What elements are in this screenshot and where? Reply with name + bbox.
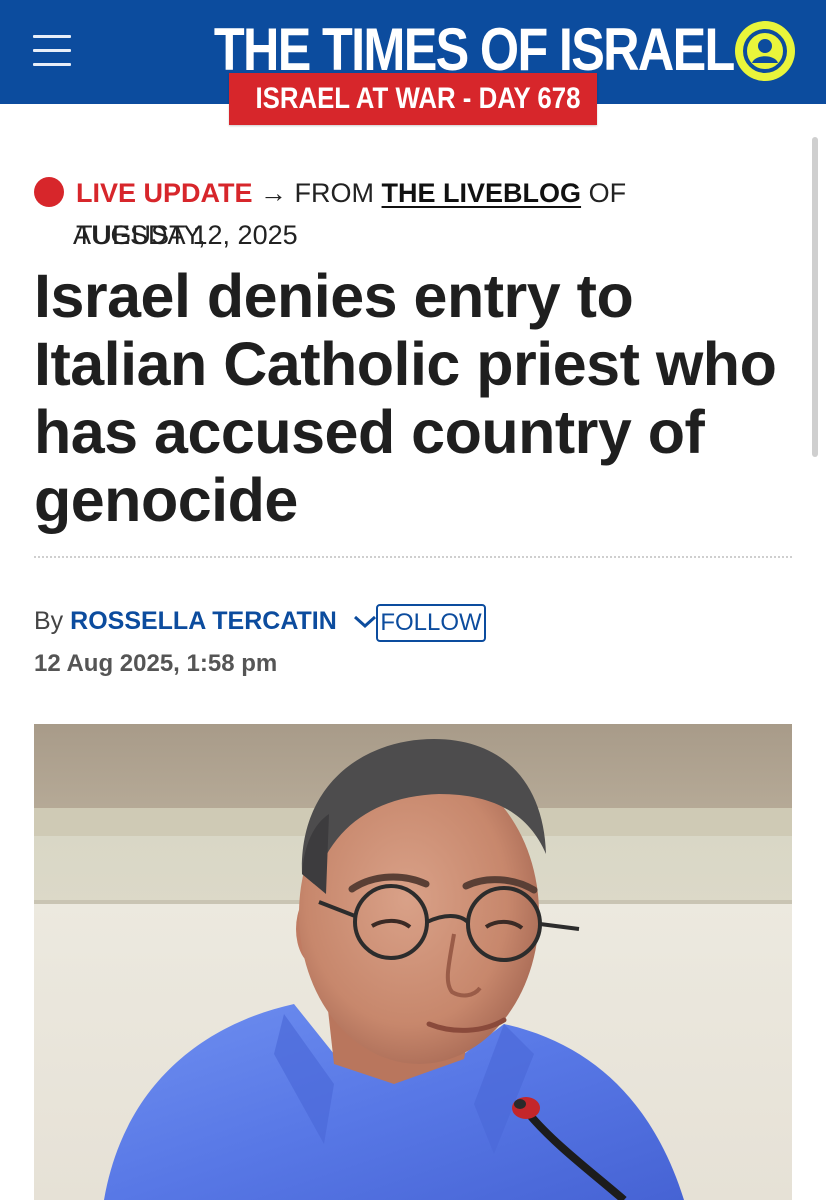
follow-author-button[interactable]: FOLLOW bbox=[376, 604, 486, 642]
dotted-divider bbox=[34, 556, 792, 558]
priest-photo-image bbox=[34, 724, 792, 1200]
arrow-right-icon: → bbox=[260, 178, 288, 208]
chevron-down-icon[interactable] bbox=[352, 614, 378, 630]
hamburger-menu-icon[interactable] bbox=[33, 33, 73, 69]
liveblog-date: AUGUST 12, 2025 bbox=[73, 220, 298, 250]
war-day-banner[interactable]: ISRAEL AT WAR - DAY 678 bbox=[229, 73, 597, 125]
article-hero-image[interactable] bbox=[34, 724, 792, 1200]
war-banner-text: ISRAEL AT WAR - DAY 678 bbox=[255, 82, 581, 115]
user-account-icon[interactable] bbox=[735, 21, 795, 81]
by-label: By bbox=[34, 607, 64, 635]
publish-timestamp: 12 Aug 2025, 1:58 pm bbox=[34, 650, 278, 677]
byline: By ROSSELLA TERCATIN bbox=[34, 601, 378, 641]
live-dot-icon bbox=[34, 177, 64, 207]
from-text: FROM bbox=[294, 178, 375, 208]
article-headline: Israel denies entry to Italian Catholic … bbox=[34, 262, 777, 534]
liveblog-link[interactable]: THE LIVEBLOG bbox=[382, 178, 582, 208]
page-scrollbar[interactable] bbox=[812, 137, 818, 457]
author-name-link[interactable]: ROSSELLA TERCATIN bbox=[70, 607, 337, 635]
live-update-label: LIVE UPDATE bbox=[76, 178, 253, 208]
